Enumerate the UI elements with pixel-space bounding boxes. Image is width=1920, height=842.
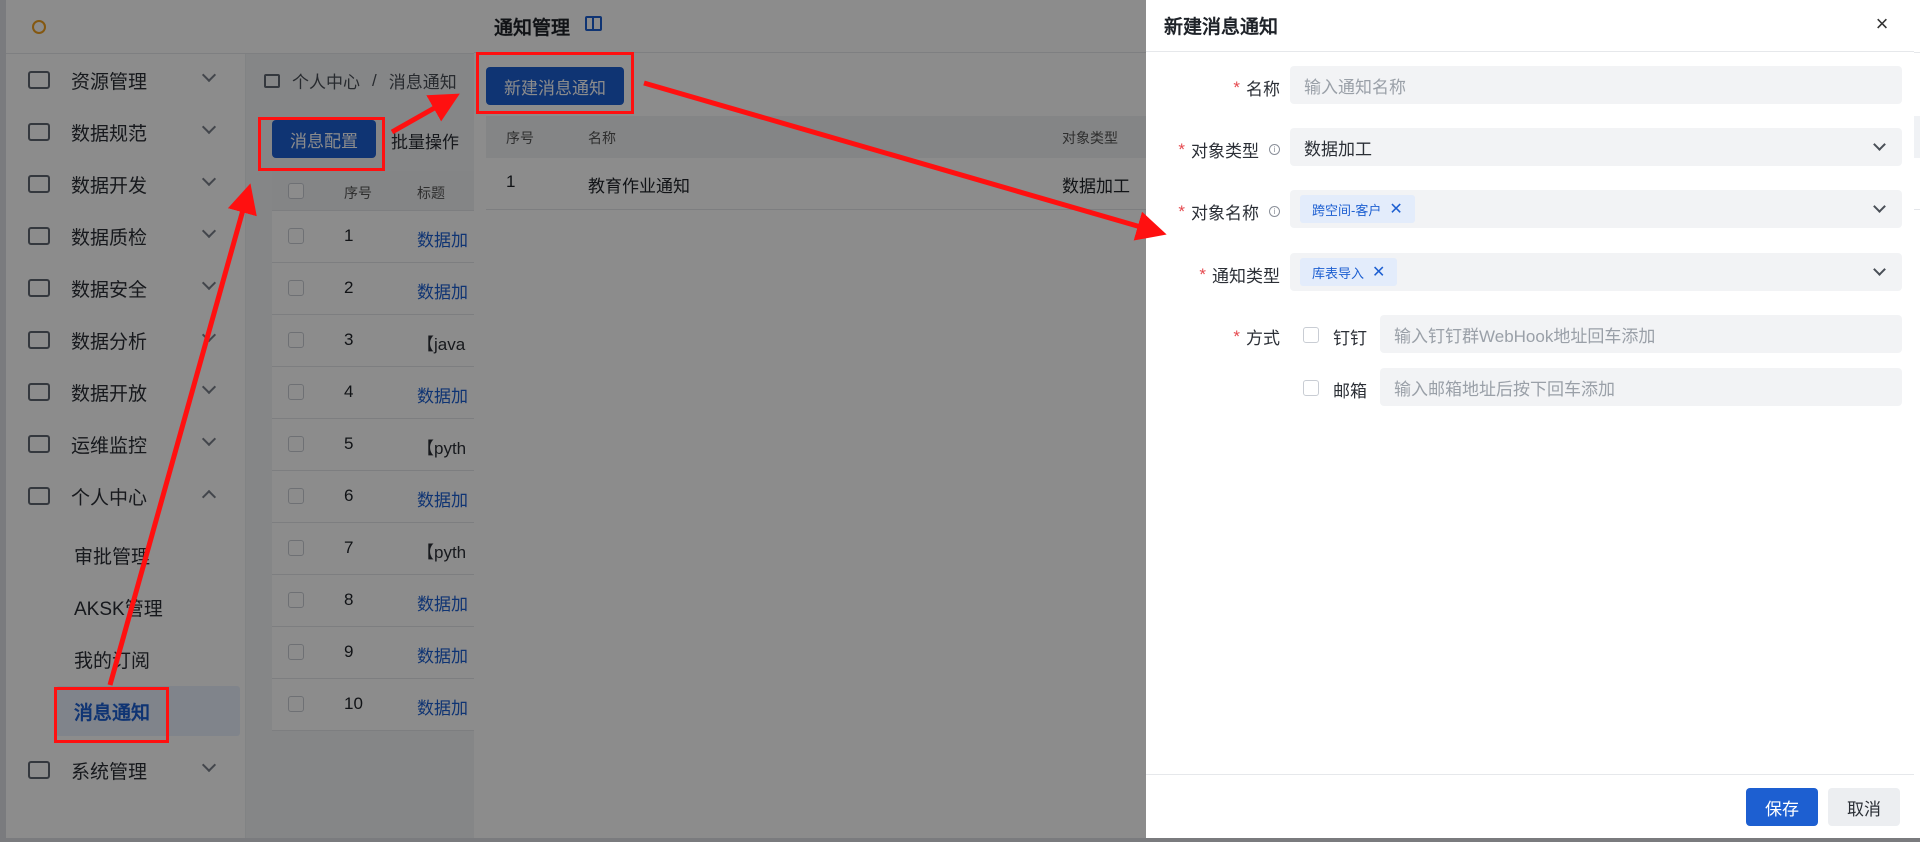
annotation-box-notifications	[54, 687, 169, 743]
notify-type-label: * 通知类型	[1199, 262, 1280, 287]
object-type-select[interactable]: 数据加工	[1290, 128, 1902, 166]
selected-tag: 库表导入 ✕	[1300, 258, 1398, 286]
email-placeholder: 输入邮箱地址后按下回车添加	[1394, 379, 1615, 399]
tag-label: 跨空间-客户	[1312, 202, 1382, 218]
new-notice-drawer: 新建消息通知 × * 名称 输入通知名称 * 对象类型 i 数据加工 * 对象名…	[1146, 0, 1914, 838]
required-mark: *	[1178, 201, 1185, 221]
name-label: * 名称	[1233, 75, 1280, 100]
dingtalk-checkbox[interactable]	[1303, 327, 1319, 343]
email-checkbox[interactable]	[1303, 380, 1319, 396]
required-mark: *	[1178, 139, 1185, 159]
object-name-label-text: 对象名称	[1191, 204, 1259, 223]
required-mark: *	[1199, 264, 1206, 284]
name-label-text: 名称	[1246, 80, 1280, 99]
remove-tag-icon[interactable]: ✕	[1389, 199, 1402, 219]
email-label: 邮箱	[1333, 382, 1367, 401]
required-mark: *	[1233, 326, 1240, 346]
notify-type-select[interactable]: 库表导入 ✕	[1290, 253, 1902, 291]
name-input[interactable]: 输入通知名称	[1290, 66, 1902, 104]
object-type-value: 数据加工	[1304, 139, 1372, 159]
email-input[interactable]: 输入邮箱地址后按下回车添加	[1380, 368, 1902, 406]
dingtalk-webhook-input[interactable]: 输入钉钉群WebHook地址回车添加	[1380, 315, 1902, 353]
method-label-text: 方式	[1246, 329, 1280, 348]
drawer-overlay[interactable]	[474, 0, 1146, 838]
close-icon[interactable]: ×	[1870, 12, 1894, 36]
chevron-down-icon	[1873, 200, 1886, 213]
tag-label: 库表导入	[1312, 265, 1365, 281]
annotation-box-new	[476, 52, 634, 114]
drawer-header: 新建消息通知 ×	[1146, 0, 1914, 52]
info-icon[interactable]: i	[1269, 144, 1280, 155]
annotation-box-config	[258, 117, 385, 171]
chevron-down-icon	[1873, 138, 1886, 151]
object-type-label: * 对象类型 i	[1178, 137, 1280, 162]
info-icon[interactable]: i	[1269, 206, 1280, 217]
dingtalk-label: 钉钉	[1333, 329, 1367, 348]
dingtalk-placeholder: 输入钉钉群WebHook地址回车添加	[1394, 326, 1656, 346]
cancel-button[interactable]: 取消	[1828, 788, 1900, 826]
drawer-footer: 保存 取消	[1146, 774, 1914, 838]
notify-type-label-text: 通知类型	[1212, 267, 1280, 286]
name-placeholder: 输入通知名称	[1304, 77, 1406, 97]
remove-tag-icon[interactable]: ✕	[1372, 262, 1385, 282]
chevron-down-icon	[1873, 263, 1886, 276]
drawer-title: 新建消息通知	[1164, 17, 1279, 38]
required-mark: *	[1233, 77, 1240, 97]
object-type-label-text: 对象类型	[1191, 142, 1259, 161]
object-name-select[interactable]: 跨空间-客户 ✕	[1290, 190, 1902, 228]
save-button[interactable]: 保存	[1746, 788, 1818, 826]
object-name-label: * 对象名称 i	[1178, 199, 1280, 224]
selected-tag: 跨空间-客户 ✕	[1300, 195, 1415, 223]
method-label: * 方式	[1233, 324, 1280, 349]
